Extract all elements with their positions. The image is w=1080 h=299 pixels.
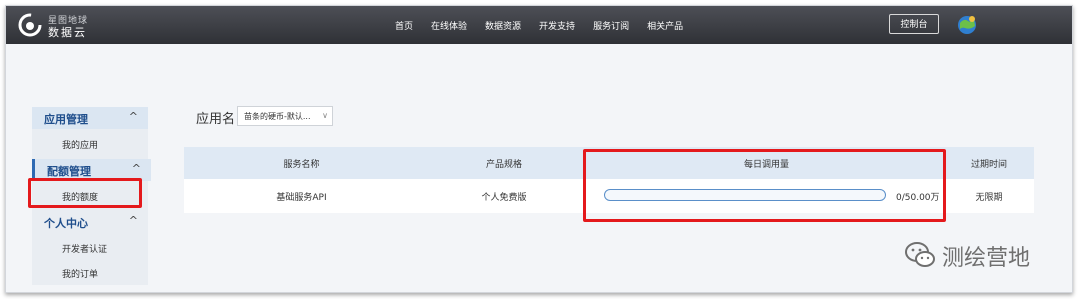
highlight-daily-usage [583, 149, 946, 222]
sidebar-item-developer-certification[interactable]: 开发者认证 [32, 237, 148, 259]
sidebar-item-label: 开发者认证 [62, 245, 108, 255]
sidebar-section-personal-center[interactable]: 个人中心 ^ [32, 211, 148, 233]
wechat-icon [905, 242, 935, 267]
sidebar-item-my-apps[interactable]: 我的应用 [32, 133, 148, 155]
column-header-expiry: 过期时间 [970, 159, 1007, 170]
nav-home[interactable]: 首页 [386, 19, 422, 32]
chevron-up-icon: ^ [128, 214, 138, 227]
service-name-cell: 基础服务API [276, 192, 327, 203]
nav-related-products[interactable]: 相关产品 [638, 19, 692, 32]
chevron-up-icon: ^ [131, 162, 141, 175]
sidebar-item-label: 我的应用 [62, 141, 99, 151]
sidebar-section-app-management[interactable]: 应用管理 ^ [32, 107, 148, 129]
logo-icon [18, 13, 42, 37]
app-name-label: 应用名 [196, 112, 236, 127]
nav-subscription[interactable]: 服务订阅 [584, 19, 638, 32]
section-label: 个人中心 [44, 217, 88, 230]
user-avatar-icon[interactable] [956, 14, 978, 36]
brand-logo[interactable]: 星图地球 数据云 [18, 12, 104, 39]
main-nav: 首页 在线体验 数据资源 开发支持 服务订阅 相关产品 [386, 6, 692, 44]
nav-online-demo[interactable]: 在线体验 [422, 19, 476, 32]
sidebar-item-my-orders[interactable]: 我的订单 [32, 262, 148, 284]
watermark-text: 测绘营地 [942, 246, 1031, 271]
chevron-up-icon: ^ [128, 110, 138, 123]
column-header-service-name: 服务名称 [283, 159, 320, 170]
nav-dev-support[interactable]: 开发支持 [530, 19, 584, 32]
sidebar-item-label: 我的订单 [62, 270, 99, 280]
section-label: 配额管理 [47, 165, 91, 178]
watermark: 测绘营地 [904, 236, 1054, 276]
section-label: 应用管理 [44, 113, 88, 126]
column-header-spec: 产品规格 [485, 159, 522, 170]
nav-data-resources[interactable]: 数据资源 [476, 19, 530, 32]
console-button[interactable]: 控制台 [889, 14, 939, 34]
spec-cell: 个人免费版 [481, 192, 527, 203]
app-select-value: 苗条的硬币-默认... [244, 112, 311, 121]
app-select[interactable]: 苗条的硬币-默认... ∨ [237, 106, 333, 126]
top-navbar: 星图地球 数据云 首页 在线体验 数据资源 开发支持 服务订阅 相关产品 控制台 [6, 6, 1072, 44]
expiry-cell: 无限期 [975, 192, 1003, 203]
highlight-quota-item [28, 178, 142, 208]
chevron-down-icon: ∨ [322, 111, 328, 120]
brand-line2: 数据云 [48, 26, 87, 39]
app-window: 星图地球 数据云 首页 在线体验 数据资源 开发支持 服务订阅 相关产品 控制台… [5, 5, 1073, 293]
